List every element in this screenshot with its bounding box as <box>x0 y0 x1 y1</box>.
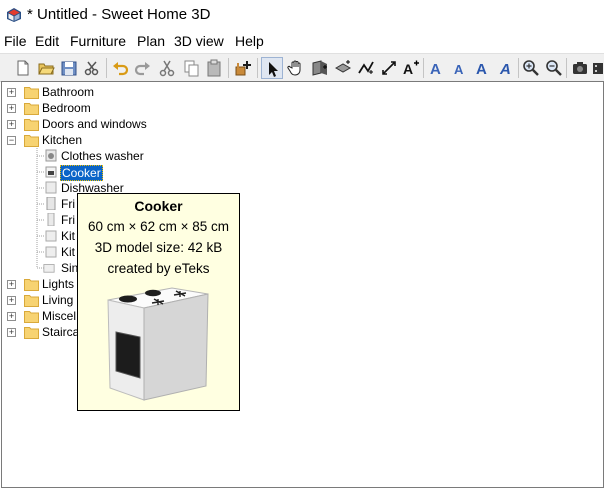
category-label: Living <box>42 293 74 307</box>
expand-icon[interactable]: + <box>7 88 16 97</box>
tooltip-model-size: 3D model size: 42 kB <box>94 240 223 255</box>
bold-text-icon[interactable]: A <box>472 57 494 79</box>
expand-icon[interactable]: + <box>7 280 16 289</box>
copy-icon[interactable] <box>180 57 202 79</box>
new-file-icon[interactable] <box>12 57 34 79</box>
cut-icon[interactable] <box>156 57 178 79</box>
collapse-icon[interactable]: − <box>7 136 16 145</box>
menu-plan[interactable]: Plan <box>137 33 165 49</box>
menu-3d-view[interactable]: 3D view <box>174 33 224 49</box>
svg-text:A: A <box>430 61 441 77</box>
toolbar: A A A A A <box>0 53 604 82</box>
open-folder-icon[interactable] <box>35 57 57 79</box>
category-label: Doors and windows <box>42 117 147 131</box>
select-arrow-icon[interactable] <box>261 57 283 79</box>
menu-furniture[interactable]: Furniture <box>70 33 126 49</box>
folder-icon <box>24 103 39 115</box>
folder-icon <box>24 279 39 291</box>
menu-edit[interactable]: Edit <box>35 33 59 49</box>
menu-help[interactable]: Help <box>235 33 264 49</box>
item-label: Fri <box>61 213 75 227</box>
create-dimensions-icon[interactable] <box>378 57 400 79</box>
pan-hand-icon[interactable] <box>285 57 307 79</box>
folder-icon <box>24 295 39 307</box>
window-title: * Untitled - Sweet Home 3D <box>27 6 211 23</box>
folder-icon <box>24 311 39 323</box>
folder-icon <box>24 327 39 339</box>
fridge-icon <box>46 197 56 210</box>
item-label: Kit <box>61 229 76 243</box>
fridge-icon <box>47 213 55 226</box>
create-walls-icon[interactable] <box>309 57 331 79</box>
kitchen-cabinet-icon <box>45 230 57 242</box>
kitchen-cabinet-icon <box>45 246 57 258</box>
svg-text:A: A <box>476 61 487 77</box>
italic-text-icon[interactable]: A <box>495 57 517 79</box>
folder-icon <box>24 119 39 131</box>
svg-text:A: A <box>454 62 464 77</box>
clothes-washer-icon <box>45 149 57 162</box>
expand-icon[interactable]: + <box>7 312 16 321</box>
cooker-icon <box>45 166 57 178</box>
item-label-selected: Cooker <box>60 165 103 181</box>
tooltip-dimensions: 60 cm × 62 cm × 85 cm <box>87 219 230 234</box>
dishwasher-icon <box>45 181 57 194</box>
add-text-icon[interactable]: A <box>400 57 422 79</box>
redo-icon[interactable] <box>132 57 154 79</box>
zoom-out-icon[interactable] <box>543 57 565 79</box>
svg-text:A: A <box>403 61 413 77</box>
increase-text-icon[interactable]: A <box>426 57 448 79</box>
toolbar-separator <box>257 58 258 78</box>
expand-icon[interactable]: + <box>7 328 16 337</box>
create-video-icon[interactable] <box>590 57 604 79</box>
toolbar-separator <box>106 58 107 78</box>
item-label: Kit <box>61 245 76 259</box>
expand-icon[interactable]: + <box>7 296 16 305</box>
cut-preferences-icon[interactable] <box>81 57 103 79</box>
svg-text:A: A <box>499 61 511 77</box>
app-logo-icon <box>7 8 21 22</box>
category-label: Bedroom <box>42 101 91 115</box>
folder-icon <box>24 87 39 99</box>
create-polylines-icon[interactable] <box>355 57 377 79</box>
toolbar-separator <box>228 58 229 78</box>
category-label: Lights <box>42 277 75 291</box>
category-label: Miscel <box>42 309 77 323</box>
toolbar-separator <box>423 58 424 78</box>
category-label: Stairca <box>42 325 80 339</box>
folder-open-icon <box>24 135 39 147</box>
title-bar: * Untitled - Sweet Home 3D <box>0 0 604 30</box>
create-rooms-icon[interactable] <box>332 57 354 79</box>
toolbar-separator <box>518 58 519 78</box>
tooltip-name: Cooker <box>134 198 183 214</box>
furniture-tooltip: Cooker 60 cm × 62 cm × 85 cm 3D model si… <box>77 193 240 411</box>
category-label: Bathroom <box>42 85 95 99</box>
item-label: Fri <box>61 197 75 211</box>
decrease-text-icon[interactable]: A <box>449 57 471 79</box>
sink-icon <box>43 264 55 273</box>
tooltip-creator: created by eTeks <box>107 261 210 276</box>
create-photo-icon[interactable] <box>569 57 591 79</box>
undo-icon[interactable] <box>109 57 131 79</box>
category-label: Kitchen <box>42 133 83 147</box>
expand-icon[interactable]: + <box>7 120 16 129</box>
expand-icon[interactable]: + <box>7 104 16 113</box>
item-label: Sin <box>61 261 79 275</box>
menu-file[interactable]: File <box>4 33 27 49</box>
paste-icon[interactable] <box>203 57 225 79</box>
add-furniture-icon[interactable] <box>232 57 254 79</box>
zoom-in-icon[interactable] <box>520 57 542 79</box>
item-label: Clothes washer <box>61 149 144 163</box>
toolbar-separator <box>566 58 567 78</box>
menu-bar: File Edit Furniture Plan 3D view Help <box>0 31 604 52</box>
save-icon[interactable] <box>58 57 80 79</box>
cooker-3d-preview-icon <box>107 287 209 401</box>
